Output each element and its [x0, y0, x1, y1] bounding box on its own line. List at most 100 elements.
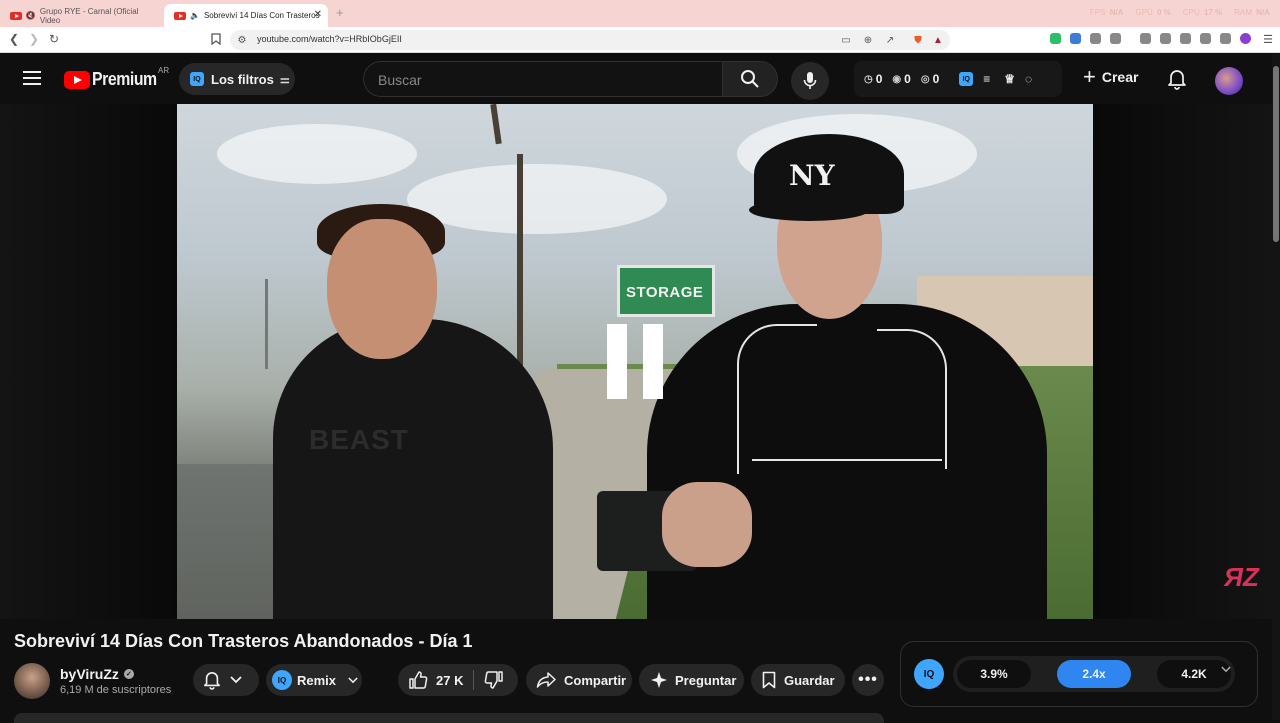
menu-icon[interactable]: ☰ [1260, 31, 1276, 47]
ask-button[interactable]: Preguntar [639, 664, 744, 696]
share-label: Compartir [564, 672, 627, 688]
vpn-extension-icon[interactable] [1220, 33, 1231, 44]
wallet-extension-icon[interactable] [1180, 33, 1191, 44]
close-tab-icon[interactable]: ✕ [314, 9, 322, 20]
more-horizontal-icon: ••• [858, 671, 878, 688]
browser-toolbar: ❮ ❯ ↻ ⚙ youtube.com/watch?v=HRbIObGjEII … [0, 27, 1280, 53]
browser-tab-inactive[interactable]: 🔇 Grupo RYE - Carnal (Oficial Video [0, 4, 160, 27]
cap-logo: NY [789, 159, 835, 192]
translate-extension-icon[interactable] [1070, 33, 1081, 44]
share-page-icon[interactable]: ↗ [882, 32, 898, 48]
search-placeholder: Buscar [378, 72, 422, 88]
jacket-stripe [752, 459, 942, 461]
remix-button[interactable]: IQ Remix [266, 664, 362, 696]
dislike-button[interactable] [484, 670, 504, 690]
eye-icon: ◉ [892, 73, 902, 85]
cpu-metric: CPU 17 % [1182, 8, 1223, 17]
channel-avatar[interactable] [14, 663, 50, 699]
hoodie-print: BEAST [309, 424, 409, 455]
browser-tab-active[interactable]: 🔈 Sobreviví 14 Días Con Trasteros ✕ [164, 4, 328, 27]
iq-metric-multiplier[interactable]: 2.4x [1057, 660, 1131, 688]
create-label: Crear [1101, 69, 1139, 85]
ram-metric: RAM N/A [1234, 8, 1270, 17]
new-tab-icon[interactable]: + [336, 5, 344, 20]
cast-icon[interactable]: ▭ [838, 32, 854, 48]
person-right [647, 304, 1047, 619]
muted-speaker-icon[interactable]: 🔇 [26, 11, 36, 20]
more-actions-button[interactable]: ••• [852, 664, 884, 696]
puzzle-extension-icon[interactable] [1090, 33, 1101, 44]
notifications-button[interactable] [1167, 68, 1187, 95]
iq-metric-percent[interactable]: 3.9% [957, 660, 1031, 688]
sidebar-extension-icon[interactable] [1160, 33, 1171, 44]
brave-shield-icon[interactable]: ⛊ [910, 32, 926, 48]
speaker-icon[interactable]: 🔈 [190, 11, 200, 20]
youtube-masthead: Premium AR IQ Los filtros ⚌ Buscar ◷ 0 ◉ 0… [0, 54, 1280, 104]
browser-tab-strip: 🔇 Grupo RYE - Carnal (Oficial Video 🔈 So… [0, 0, 1280, 27]
subscribed-notifications-button[interactable] [193, 664, 259, 696]
account-avatar[interactable] [1215, 67, 1243, 95]
extension-stats-bar: ◷ 0 ◉ 0 ◎ 0 IQ ≡ ♕ ◌ [854, 61, 1062, 97]
video-utility-pole [490, 104, 502, 145]
voice-search-button[interactable] [791, 62, 829, 100]
channel-watermark[interactable]: ЯZ [1224, 562, 1259, 593]
filters-button[interactable]: IQ Los filtros ⚌ [179, 63, 295, 95]
like-count: 27 K [436, 672, 464, 688]
country-code: AR [158, 66, 170, 75]
bookmark-icon[interactable] [208, 31, 224, 47]
description-box[interactable] [14, 713, 884, 723]
iq-extension-icon: IQ [190, 72, 204, 86]
iq-extension-icon[interactable]: IQ [959, 72, 974, 86]
search-button[interactable] [722, 61, 778, 97]
save-button[interactable]: Guardar [751, 664, 845, 696]
verified-check-icon: ✓ [123, 669, 134, 679]
share-button[interactable]: Compartir [526, 664, 632, 696]
profile-extension-icon[interactable] [1240, 33, 1251, 44]
like-dislike-group: 27 K [398, 664, 518, 696]
site-info-icon[interactable]: ⚙ [234, 32, 250, 48]
channel-name-text: byViruZz [60, 666, 119, 682]
zoom-icon[interactable]: ⊕ [860, 32, 876, 48]
guide-menu-icon[interactable] [23, 71, 41, 85]
sparkle-icon [651, 672, 667, 688]
like-button[interactable]: 27 K [408, 670, 463, 690]
back-icon[interactable]: ❮ [6, 31, 22, 47]
address-bar[interactable]: ⚙ youtube.com/watch?v=HRbIObGjEII ▭ ⊕ ↗ … [230, 30, 950, 50]
forward-icon[interactable]: ❯ [26, 31, 42, 47]
jacket-stripe [877, 329, 947, 469]
like-divider [473, 670, 475, 690]
video-player[interactable]: STORAGE BEAST NY [177, 104, 1093, 619]
sliders-icon: ⚌ [279, 73, 290, 86]
tab-title: Grupo RYE - Carnal (Oficial Video [39, 6, 139, 25]
pause-icon[interactable] [607, 324, 665, 399]
person-left-face [327, 219, 437, 359]
remix-label: Remix [297, 672, 337, 688]
search-input[interactable]: Buscar [363, 61, 723, 97]
page-scrollbar[interactable] [1272, 54, 1280, 720]
chevron-down-icon[interactable] [1221, 666, 1231, 673]
list-icon[interactable]: ≡ [983, 72, 990, 86]
channel-name[interactable]: byViruZz ✓ [60, 666, 134, 682]
scrollbar-thumb[interactable] [1273, 66, 1279, 242]
iq-metric-count[interactable]: 4.2K [1157, 660, 1231, 688]
storage-sign: STORAGE [617, 265, 715, 317]
iq-logo-icon[interactable]: IQ [914, 659, 944, 689]
youtube-favicon-icon [174, 11, 186, 20]
views-stat: ◉ 0 [892, 72, 911, 86]
create-button[interactable]: + Crear [1083, 66, 1139, 88]
chat-icon[interactable]: ◌ [1025, 72, 1032, 86]
jacket-stripe [737, 324, 817, 474]
youtube-play-icon [64, 70, 90, 89]
extension-k-icon[interactable] [1050, 33, 1061, 44]
ai-extension-icon[interactable] [1200, 33, 1211, 44]
youtube-premium-logo[interactable]: Premium AR [64, 66, 170, 90]
rewards-icon[interactable]: ▲ [930, 32, 946, 48]
reload-icon[interactable]: ↻ [46, 31, 62, 47]
watch-time-stat: ◷ 0 [864, 72, 883, 86]
search-icon [741, 70, 759, 88]
video-utility-pole [517, 154, 523, 384]
screenshot-extension-icon[interactable] [1110, 33, 1121, 44]
ask-label: Preguntar [675, 672, 737, 688]
trophy-icon[interactable]: ♕ [1004, 72, 1015, 86]
music-extension-icon[interactable] [1140, 33, 1151, 44]
